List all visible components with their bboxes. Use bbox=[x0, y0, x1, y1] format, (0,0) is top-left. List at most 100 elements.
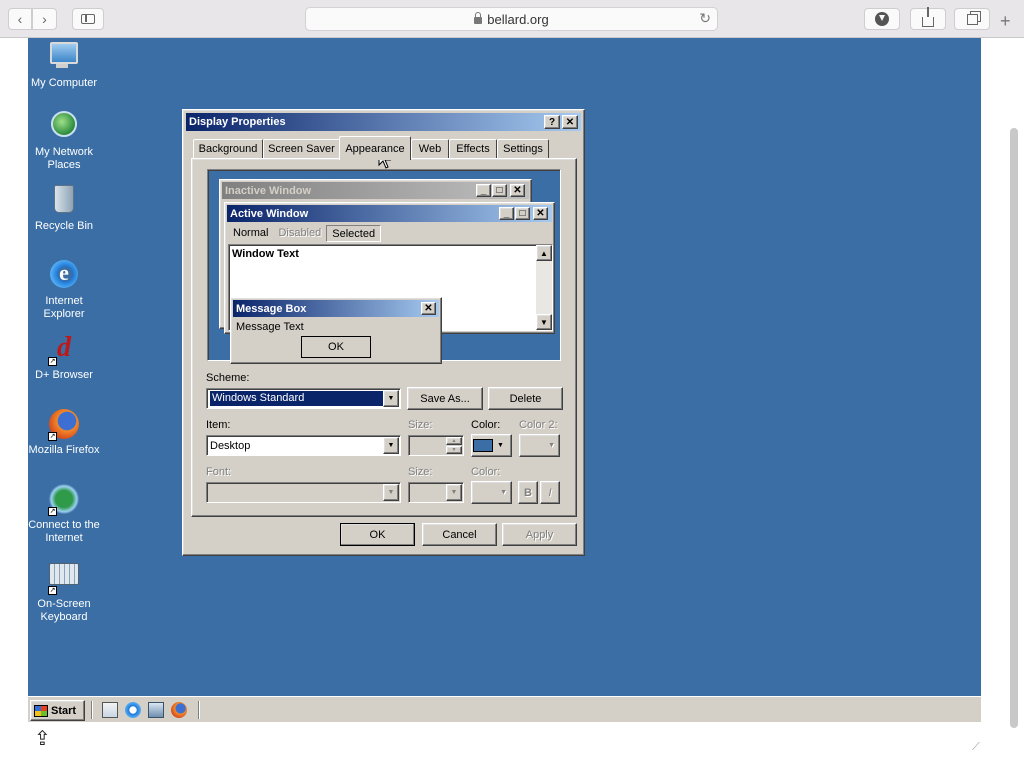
delete-label: Delete bbox=[509, 392, 542, 405]
back-button[interactable]: ‹ bbox=[8, 8, 32, 30]
tab-background[interactable]: Background bbox=[193, 139, 263, 159]
show-desktop-icon[interactable] bbox=[102, 702, 118, 718]
scheme-select[interactable]: Windows Standard ▼ bbox=[206, 388, 401, 409]
font-color-button: ▼ bbox=[471, 481, 512, 504]
taskbar-separator bbox=[91, 701, 93, 719]
forward-button[interactable]: › bbox=[32, 8, 57, 30]
ok-button[interactable]: OK bbox=[340, 523, 415, 546]
desktop: My Computer My Network Places Recycle Bi… bbox=[28, 38, 981, 696]
tab-label: Appearance bbox=[345, 142, 405, 155]
msgbox-text: Message Text bbox=[236, 321, 304, 333]
desktop-icon-label: Mozilla Firefox bbox=[28, 444, 100, 456]
network-icon[interactable] bbox=[148, 702, 164, 718]
spin-up-icon: ▲ bbox=[446, 437, 462, 445]
dialog-title: Display Properties bbox=[189, 116, 286, 128]
scroll-up-icon: ▲ bbox=[536, 245, 552, 261]
desktop-icon-internet-explorer[interactable]: e Internet Explorer bbox=[28, 258, 100, 321]
desktop-icon-onscreen-keyboard[interactable]: ↗ On-Screen Keyboard bbox=[28, 558, 100, 624]
desktop-icon-dplus-browser[interactable]: d ↗ D+ Browser bbox=[28, 333, 100, 382]
tab-web[interactable]: Web bbox=[411, 139, 449, 159]
tab-settings[interactable]: Settings bbox=[497, 139, 549, 159]
address-bar[interactable]: bellard.org ↻ bbox=[305, 7, 718, 31]
upload-icon[interactable]: ⇪ bbox=[34, 726, 51, 751]
share-button[interactable] bbox=[910, 7, 946, 30]
color-swatch bbox=[473, 439, 493, 452]
help-button[interactable]: ? bbox=[544, 115, 560, 129]
item-color-button[interactable]: ▼ bbox=[471, 434, 512, 457]
chevron-down-icon: ▼ bbox=[383, 437, 399, 454]
close-icon: ✕ bbox=[533, 207, 548, 220]
tab-screen-saver[interactable]: Screen Saver bbox=[263, 139, 340, 159]
font-size-label: Size: bbox=[408, 466, 433, 478]
taskbar: Start bbox=[28, 696, 981, 722]
font-label: Font: bbox=[206, 466, 232, 478]
desktop-icon-connect-internet[interactable]: ↗ Connect to the Internet bbox=[28, 483, 100, 545]
close-icon: ✕ bbox=[510, 184, 525, 197]
desktop-icon-firefox[interactable]: ↗ Mozilla Firefox bbox=[28, 408, 100, 457]
tab-effects[interactable]: Effects bbox=[449, 139, 497, 159]
delete-button[interactable]: Delete bbox=[488, 387, 563, 410]
item-color2-button: ▼ bbox=[519, 434, 560, 457]
close-button[interactable]: ✕ bbox=[562, 115, 578, 129]
desktop-icon-label: D+ Browser bbox=[35, 369, 93, 381]
font-size-select: ▼ bbox=[408, 482, 464, 503]
minimize-icon: _ bbox=[476, 184, 491, 197]
msgbox-ok-button: OK bbox=[301, 336, 371, 358]
tabs-icon bbox=[966, 13, 978, 25]
plus-icon[interactable]: + bbox=[1000, 11, 1011, 32]
chevron-down-icon: ▼ bbox=[500, 489, 507, 496]
internet-explorer-icon: e bbox=[48, 260, 80, 292]
chevron-down-icon: ▼ bbox=[548, 442, 555, 449]
start-button[interactable]: Start bbox=[30, 700, 85, 721]
reload-icon[interactable]: ↻ bbox=[699, 10, 711, 27]
start-label: Start bbox=[51, 704, 77, 717]
font-color-label: Color: bbox=[471, 466, 501, 478]
italic-label: I bbox=[548, 486, 552, 499]
desktop-icon-network-places[interactable]: My Network Places bbox=[28, 108, 100, 172]
back-icon: ‹ bbox=[17, 11, 23, 27]
firefox-icon[interactable] bbox=[171, 702, 187, 718]
my-computer-icon bbox=[48, 42, 80, 74]
apply-button: Apply bbox=[502, 523, 577, 546]
internet-explorer-icon[interactable] bbox=[125, 702, 141, 718]
chevron-down-icon: ▼ bbox=[446, 484, 462, 501]
appearance-panel: Inactive Window _ □ ✕ Active Window _ □ … bbox=[191, 158, 577, 517]
chevron-down-icon: ▼ bbox=[383, 390, 399, 407]
taskbar-separator bbox=[198, 701, 200, 719]
browser-toolbar: ‹ › bellard.org ↻ + bbox=[0, 0, 1024, 38]
sidebar-button[interactable] bbox=[72, 8, 104, 30]
tab-appearance[interactable]: Appearance bbox=[339, 136, 411, 160]
desktop-icon-label: Connect to the Internet bbox=[28, 519, 100, 544]
menu-normal: Normal bbox=[233, 227, 269, 239]
appearance-preview[interactable]: Inactive Window _ □ ✕ Active Window _ □ … bbox=[207, 169, 561, 364]
maximize-icon: □ bbox=[515, 207, 530, 220]
desktop-icon-recycle-bin[interactable]: Recycle Bin bbox=[28, 183, 100, 233]
menu-disabled: Disabled bbox=[278, 227, 322, 239]
item-size-label: Size: bbox=[408, 419, 433, 431]
save-as-button[interactable]: Save As... bbox=[407, 387, 483, 410]
desktop-icon-label: My Network Places bbox=[34, 146, 94, 171]
bold-button: B bbox=[518, 481, 538, 504]
page-scrollbar[interactable] bbox=[1010, 128, 1018, 728]
item-color2-label: Color 2: bbox=[519, 419, 558, 431]
close-icon: ✕ bbox=[421, 302, 436, 315]
windows-flag-icon bbox=[34, 704, 48, 717]
desktop-icon-label: On-Screen Keyboard bbox=[37, 598, 91, 623]
msgbox-title: Message Box bbox=[236, 302, 307, 315]
resize-grip-icon[interactable]: ⟋ bbox=[972, 741, 980, 754]
bold-label: B bbox=[524, 486, 532, 499]
dialog-titlebar[interactable]: Display Properties ? ✕ bbox=[186, 113, 581, 131]
tab-label: Background bbox=[198, 143, 258, 155]
onscreen-keyboard-icon: ↗ bbox=[48, 563, 80, 595]
cancel-button[interactable]: Cancel bbox=[422, 523, 497, 546]
chevron-down-icon: ▼ bbox=[497, 442, 504, 449]
save-as-label: Save As... bbox=[420, 392, 470, 405]
item-select[interactable]: Desktop ▼ bbox=[206, 435, 401, 456]
share-icon bbox=[922, 7, 934, 27]
spin-down-icon: ▼ bbox=[446, 446, 462, 454]
close-icon: ✕ bbox=[565, 116, 575, 128]
download-button[interactable] bbox=[864, 8, 900, 30]
desktop-icon-my-computer[interactable]: My Computer bbox=[28, 38, 100, 90]
tabs-button[interactable] bbox=[954, 8, 990, 30]
display-properties-dialog: Display Properties ? ✕ Background Screen… bbox=[182, 109, 585, 556]
